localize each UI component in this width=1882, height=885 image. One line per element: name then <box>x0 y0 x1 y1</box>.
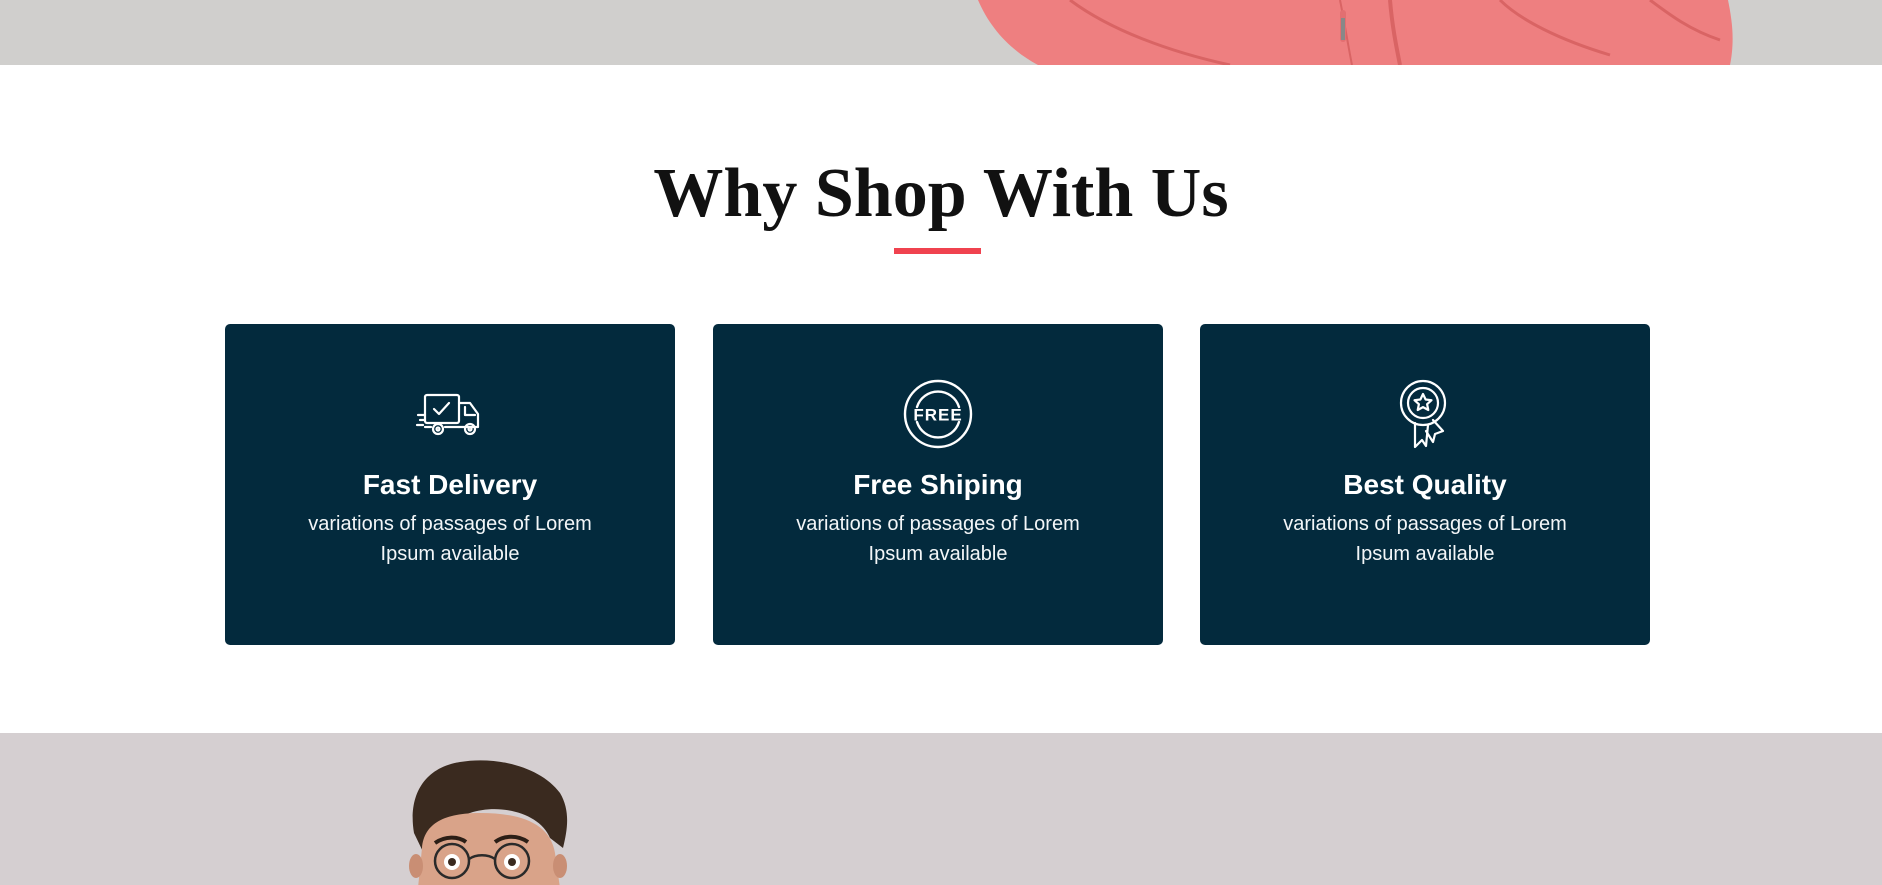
title-underline <box>894 248 981 254</box>
free-badge-icon: FREE <box>903 379 973 449</box>
delivery-truck-icon <box>415 393 480 436</box>
free-badge-label: FREE <box>913 406 962 425</box>
model-face-image <box>409 760 568 885</box>
award-ribbon-icon <box>1399 379 1447 449</box>
feature-description: variations of passages of Lorem Ipsum av… <box>308 513 592 565</box>
feature-title: Fast Delivery <box>362 469 538 500</box>
feature-card-best-quality: Best Quality variations of passages of L… <box>1200 324 1650 645</box>
model-hoodie-image <box>978 0 1733 65</box>
feature-title: Best Quality <box>1343 469 1507 500</box>
feature-card-free-shipping: FREE Free Shiping variations of passages… <box>713 324 1163 645</box>
feature-description: variations of passages of Lorem Ipsum av… <box>1283 513 1567 565</box>
feature-card-fast-delivery: Fast Delivery variations of passages of … <box>225 324 675 645</box>
promo-banner <box>0 733 1882 885</box>
section-title: Why Shop With Us <box>653 155 1229 232</box>
hero-image-strip <box>0 0 1882 65</box>
feature-description: variations of passages of Lorem Ipsum av… <box>796 513 1080 565</box>
feature-title: Free Shiping <box>853 469 1023 500</box>
